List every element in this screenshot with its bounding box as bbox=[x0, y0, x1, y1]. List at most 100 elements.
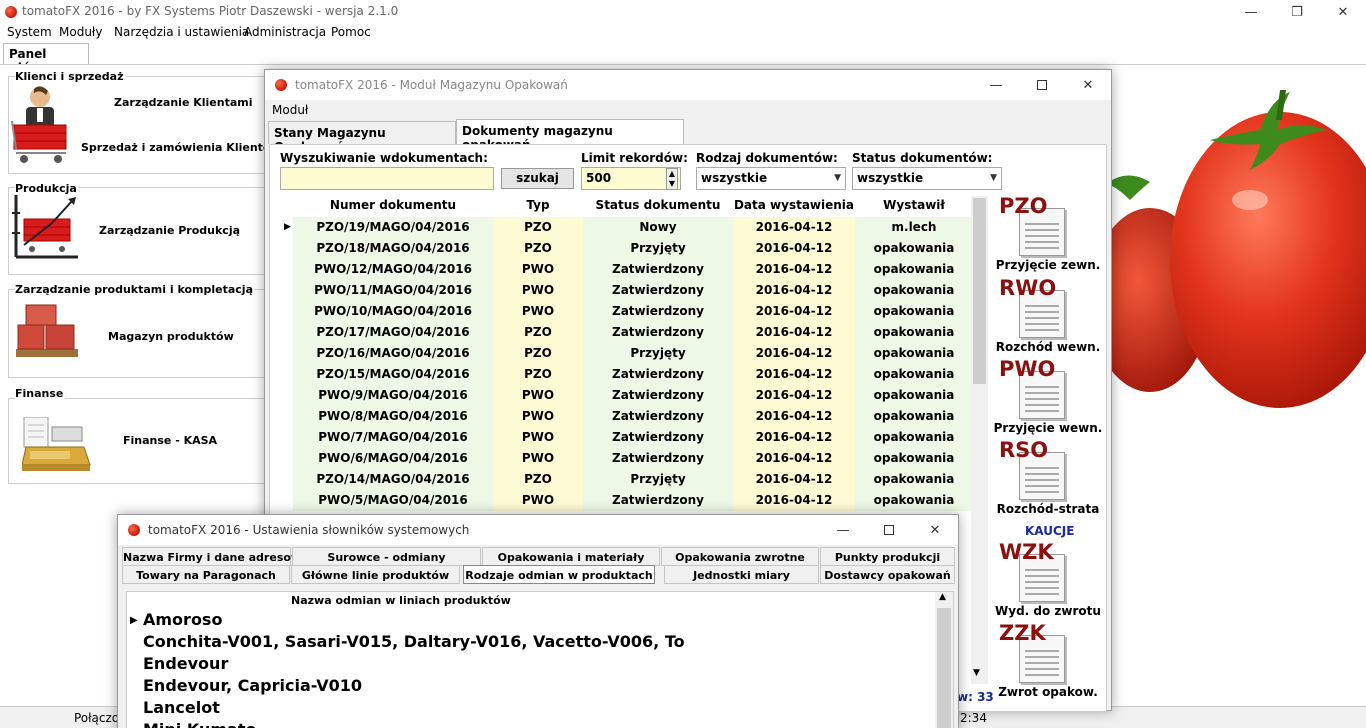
cell-status[interactable]: Zatwierdzony bbox=[583, 301, 733, 322]
doc-button-pwo[interactable]: PWO Przyjęcie wewn. bbox=[993, 357, 1103, 435]
link-sprzedaz-zamowienia[interactable]: Sprzedaż i zamówienia Klientów bbox=[81, 141, 281, 154]
cell-typ[interactable]: PWO bbox=[493, 280, 583, 301]
slownik-close-button[interactable]: ✕ bbox=[912, 518, 958, 542]
cell-status[interactable]: Zatwierdzony bbox=[583, 448, 733, 469]
cell-typ[interactable]: PZO bbox=[493, 322, 583, 343]
cell-wystawil[interactable]: opakowania bbox=[855, 343, 971, 364]
table-row[interactable]: PZO/15/MAGO/04/2016 PZO Zatwierdzony 2016-0… bbox=[281, 364, 971, 385]
status-select[interactable]: wszystkie ▼ bbox=[852, 167, 1002, 190]
cell-typ[interactable]: PZO bbox=[493, 364, 583, 385]
cell-data[interactable]: 2016-04-12 bbox=[733, 469, 855, 490]
cell-data[interactable]: 2016-04-12 bbox=[733, 238, 855, 259]
col-status[interactable]: Status dokumentu bbox=[583, 196, 733, 216]
cell-typ[interactable]: PWO bbox=[493, 490, 583, 511]
menu-pomoc[interactable]: Pomoc bbox=[331, 25, 371, 39]
cell-wystawil[interactable]: m.lech bbox=[855, 217, 971, 238]
tab-slownik-row1-4[interactable]: Punkty produkcji bbox=[820, 547, 955, 566]
doc-button-rso[interactable]: RSO Rozchód-strata bbox=[993, 438, 1103, 516]
menu-administracja[interactable]: Administracja bbox=[244, 25, 326, 39]
tab-slownik-row2-4[interactable]: Dostawcy opakowań bbox=[820, 565, 955, 584]
table-row[interactable]: ▶ PZO/19/MAGO/04/2016 PZO Nowy 2016-04-12 m.l… bbox=[281, 217, 971, 238]
cell-numer[interactable]: PWO/7/MAGO/04/2016 bbox=[293, 427, 493, 448]
cell-numer[interactable]: PZO/14/MAGO/04/2016 bbox=[293, 469, 493, 490]
cell-wystawil[interactable]: opakowania bbox=[855, 448, 971, 469]
cell-wystawil[interactable]: opakowania bbox=[855, 301, 971, 322]
cell-typ[interactable]: PWO bbox=[493, 301, 583, 322]
odmiany-column-header[interactable]: Nazwa odmian w liniach produktów bbox=[291, 594, 511, 607]
table-row[interactable]: PZO/17/MAGO/04/2016 PZO Zatwierdzony 2016-0… bbox=[281, 322, 971, 343]
scroll-up-icon[interactable]: ▲ bbox=[939, 592, 946, 602]
tab-dokumenty-magazynu[interactable]: Dokumenty magazynu opakowań bbox=[456, 119, 684, 152]
cell-status[interactable]: Zatwierdzony bbox=[583, 259, 733, 280]
cell-wystawil[interactable]: opakowania bbox=[855, 322, 971, 343]
table-row[interactable]: PWO/6/MAGO/04/2016 PWO Zatwierdzony 2016-04… bbox=[281, 448, 971, 469]
tab-slownik-row2-0[interactable]: Towary na Paragonach bbox=[122, 565, 290, 584]
slownik-maximize-button[interactable] bbox=[866, 518, 912, 542]
cell-data[interactable]: 2016-04-12 bbox=[733, 259, 855, 280]
cell-numer[interactable]: PWO/5/MAGO/04/2016 bbox=[293, 490, 493, 511]
list-item[interactable]: Endevour, Capricia-V010 bbox=[143, 676, 362, 695]
table-row[interactable]: PWO/11/MAGO/04/2016 PWO Zatwierdzony 2016-0… bbox=[281, 280, 971, 301]
link-magazyn-produktow[interactable]: Magazyn produktów bbox=[108, 330, 234, 343]
tab-slownik-row2-2[interactable]: Rodzaje odmian w produktach bbox=[463, 565, 655, 584]
slownik-minimize-button[interactable]: — bbox=[820, 518, 866, 542]
cell-status[interactable]: Zatwierdzony bbox=[583, 427, 733, 448]
tab-slownik-row1-3[interactable]: Opakowania zwrotne bbox=[661, 547, 819, 566]
table-row[interactable]: PWO/9/MAGO/04/2016 PWO Zatwierdzony 2016-04… bbox=[281, 385, 971, 406]
cell-wystawil[interactable]: opakowania bbox=[855, 259, 971, 280]
cell-numer[interactable]: PWO/6/MAGO/04/2016 bbox=[293, 448, 493, 469]
menu-modul[interactable]: Moduł bbox=[272, 103, 308, 117]
cell-numer[interactable]: PZO/17/MAGO/04/2016 bbox=[293, 322, 493, 343]
tab-slownik-row1-2[interactable]: Opakowania i materiały bbox=[482, 547, 660, 566]
cell-data[interactable]: 2016-04-12 bbox=[733, 406, 855, 427]
list-item[interactable]: Mini Kumato bbox=[143, 720, 256, 728]
close-button[interactable]: ✕ bbox=[1320, 0, 1366, 24]
menu-system[interactable]: System bbox=[7, 25, 52, 39]
col-typ[interactable]: Typ bbox=[493, 196, 583, 216]
tab-panel-glowny[interactable]: Panel główny bbox=[3, 43, 89, 75]
cell-numer[interactable]: PZO/18/MAGO/04/2016 bbox=[293, 238, 493, 259]
col-numer[interactable]: Numer dokumentu bbox=[293, 196, 493, 216]
cell-data[interactable]: 2016-04-12 bbox=[733, 490, 855, 511]
doc-button-rwo[interactable]: RWO Rozchód wewn. bbox=[993, 276, 1103, 354]
doc-button-zzk[interactable]: ZZK Zwrot opakow. bbox=[993, 621, 1103, 699]
cell-wystawil[interactable]: opakowania bbox=[855, 364, 971, 385]
cell-typ[interactable]: PWO bbox=[493, 448, 583, 469]
cell-data[interactable]: 2016-04-12 bbox=[733, 322, 855, 343]
cell-typ[interactable]: PZO bbox=[493, 217, 583, 238]
cell-status[interactable]: Zatwierdzony bbox=[583, 490, 733, 511]
mag-maximize-button[interactable] bbox=[1019, 73, 1065, 97]
cell-wystawil[interactable]: opakowania bbox=[855, 238, 971, 259]
cell-numer[interactable]: PWO/9/MAGO/04/2016 bbox=[293, 385, 493, 406]
cell-numer[interactable]: PWO/11/MAGO/04/2016 bbox=[293, 280, 493, 301]
list-scrollbar[interactable]: ▲ bbox=[935, 592, 953, 728]
col-wystawil[interactable]: Wystawił bbox=[855, 196, 971, 216]
warehouse-boxes-icon[interactable] bbox=[14, 303, 80, 363]
cell-numer[interactable]: PZO/16/MAGO/04/2016 bbox=[293, 343, 493, 364]
cell-data[interactable]: 2016-04-12 bbox=[733, 343, 855, 364]
menu-narzedzia[interactable]: Narzędzia i ustawienia bbox=[114, 25, 249, 39]
cell-status[interactable]: Zatwierdzony bbox=[583, 406, 733, 427]
rodzaj-select[interactable]: wszystkie ▼ bbox=[696, 167, 846, 190]
cell-status[interactable]: Zatwierdzony bbox=[583, 322, 733, 343]
list-item[interactable]: Lancelot bbox=[143, 698, 220, 717]
menu-moduly[interactable]: Moduły bbox=[59, 25, 102, 39]
cell-typ[interactable]: PWO bbox=[493, 259, 583, 280]
cell-wystawil[interactable]: opakowania bbox=[855, 427, 971, 448]
cell-numer[interactable]: PWO/8/MAGO/04/2016 bbox=[293, 406, 493, 427]
cell-status[interactable]: Zatwierdzony bbox=[583, 364, 733, 385]
cell-status[interactable]: Przyjęty bbox=[583, 469, 733, 490]
stepper-arrows-icon[interactable]: ▲ ▼ bbox=[666, 168, 678, 190]
customer-cart-icon[interactable] bbox=[10, 85, 72, 175]
cell-status[interactable]: Przyjęty bbox=[583, 343, 733, 364]
cell-typ[interactable]: PZO bbox=[493, 343, 583, 364]
cell-status[interactable]: Nowy bbox=[583, 217, 733, 238]
table-row[interactable]: PWO/12/MAGO/04/2016 PWO Zatwierdzony 2016-0… bbox=[281, 259, 971, 280]
cash-register-icon[interactable] bbox=[22, 417, 92, 473]
doc-button-wzk[interactable]: WZK Wyd. do zwrotu bbox=[993, 540, 1103, 618]
cell-numer[interactable]: PWO/10/MAGO/04/2016 bbox=[293, 301, 493, 322]
cell-typ[interactable]: PWO bbox=[493, 427, 583, 448]
minimize-button[interactable]: — bbox=[1228, 0, 1274, 24]
col-data[interactable]: Data wystawienia bbox=[733, 196, 855, 216]
cell-wystawil[interactable]: opakowania bbox=[855, 280, 971, 301]
